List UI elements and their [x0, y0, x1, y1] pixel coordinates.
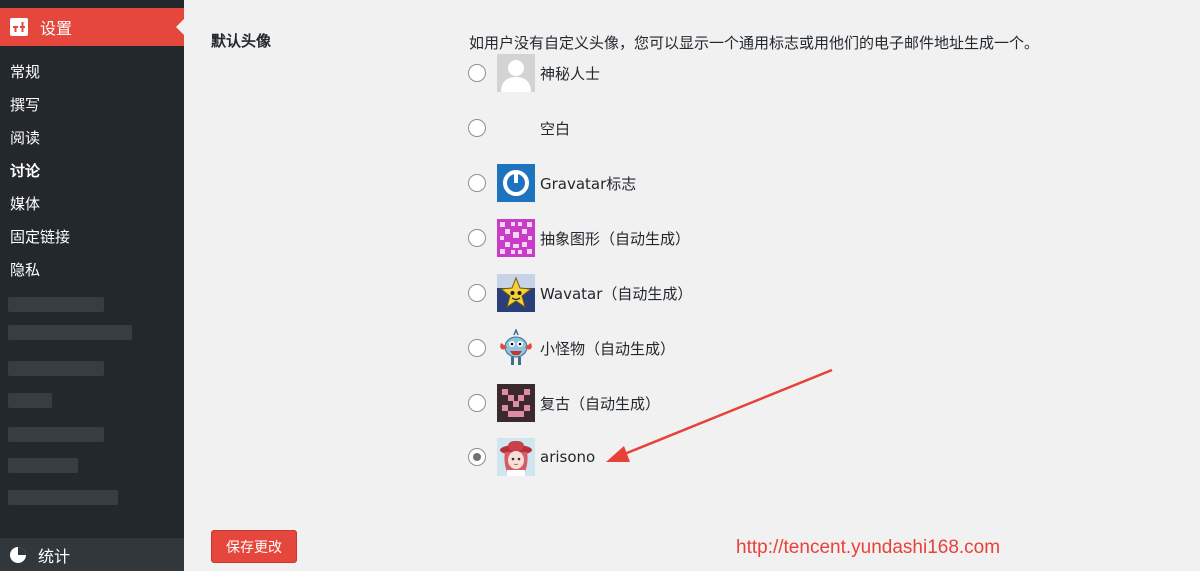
- avatar-option-identicon[interactable]: 抽象图形（自动生成）: [468, 219, 690, 257]
- redacted-menu-item: [8, 297, 104, 312]
- redacted-menu-item: [8, 361, 104, 376]
- avatar-option-blank[interactable]: 空白: [468, 109, 570, 147]
- avatar-option-label: 抽象图形（自动生成）: [540, 229, 691, 248]
- avatar-radio-blank[interactable]: [468, 119, 486, 137]
- little-monster-icon: [497, 329, 535, 367]
- avatar-radio-custom[interactable]: [468, 448, 486, 466]
- sidebar-item-general[interactable]: 常规: [0, 56, 184, 89]
- settings-main: 默认头像 如用户没有自定义头像，您可以显示一个通用标志或用他们的电子邮件地址生成…: [184, 0, 1200, 571]
- sidebar-item-privacy[interactable]: 隐私: [0, 254, 184, 287]
- avatar-option-label: 神秘人士: [540, 64, 601, 83]
- avatar-radio-mystery[interactable]: [468, 64, 486, 82]
- avatar-option-gravatar[interactable]: Gravatar标志: [468, 164, 636, 202]
- avatar-radio-wavatar[interactable]: [468, 284, 486, 302]
- avatar-option-label: Gravatar标志: [540, 174, 637, 193]
- settings-sliders-icon: [10, 18, 28, 36]
- avatar-radio-monsterid[interactable]: [468, 339, 486, 357]
- redacted-menu-item: [8, 490, 118, 505]
- redacted-menu-item: [8, 458, 78, 473]
- avatar-radio-identicon[interactable]: [468, 229, 486, 247]
- sidebar-item-discussion[interactable]: 讨论: [0, 155, 184, 188]
- sidebar-item-reading[interactable]: 阅读: [0, 122, 184, 155]
- gravatar-logo-icon: [497, 164, 535, 202]
- sidebar-item-media[interactable]: 媒体: [0, 188, 184, 221]
- retro-pixel-icon: [497, 384, 535, 422]
- avatar-radio-retro[interactable]: [468, 394, 486, 412]
- sidebar-item-writing[interactable]: 撰写: [0, 89, 184, 122]
- anime-girl-avatar-icon: [497, 438, 535, 476]
- avatar-option-label: 空白: [540, 119, 571, 138]
- avatar-option-label: Wavatar（自动生成）: [540, 284, 693, 303]
- sidebar-item-stats[interactable]: 统计: [0, 538, 184, 571]
- avatar-option-label: 小怪物（自动生成）: [540, 339, 676, 358]
- sidebar-header-label: 设置: [40, 19, 73, 38]
- avatar-option-label: arisono: [540, 448, 596, 466]
- settings-submenu: 常规 撰写 阅读 讨论 媒体 固定链接 隐私: [0, 56, 184, 287]
- sidebar-stats-label: 统计: [38, 546, 71, 566]
- default-avatar-description: 如用户没有自定义头像，您可以显示一个通用标志或用他们的电子邮件地址生成一个。: [469, 34, 1040, 52]
- redacted-menu-item: [8, 393, 52, 408]
- blank-avatar-icon: [497, 109, 535, 147]
- avatar-option-retro[interactable]: 复古（自动生成）: [468, 384, 660, 422]
- save-changes-button[interactable]: 保存更改: [211, 530, 297, 563]
- sidebar-item-settings[interactable]: 设置: [0, 8, 184, 46]
- admin-sidebar: 设置 常规 撰写 阅读 讨论 媒体 固定链接 隐私 统计: [0, 0, 184, 571]
- identicon-pattern-icon: [497, 219, 535, 257]
- wavatar-face-icon: [497, 274, 535, 312]
- avatar-option-mystery[interactable]: 神秘人士: [468, 54, 600, 92]
- sidebar-item-permalinks[interactable]: 固定链接: [0, 221, 184, 254]
- avatar-option-wavatar[interactable]: Wavatar（自动生成）: [468, 274, 692, 312]
- avatar-radio-gravatar[interactable]: [468, 174, 486, 192]
- redacted-menu-item: [8, 325, 132, 340]
- default-avatar-label: 默认头像: [211, 32, 272, 50]
- avatar-option-label: 复古（自动生成）: [540, 394, 661, 413]
- avatar-option-monsterid[interactable]: 小怪物（自动生成）: [468, 329, 675, 367]
- pie-chart-icon: [8, 545, 28, 565]
- mystery-person-avatar-icon: [497, 54, 535, 92]
- redacted-menu-item: [8, 427, 104, 442]
- avatar-option-custom[interactable]: arisono: [468, 438, 595, 476]
- watermark-url: http://tencent.yundashi168.com: [736, 537, 1001, 558]
